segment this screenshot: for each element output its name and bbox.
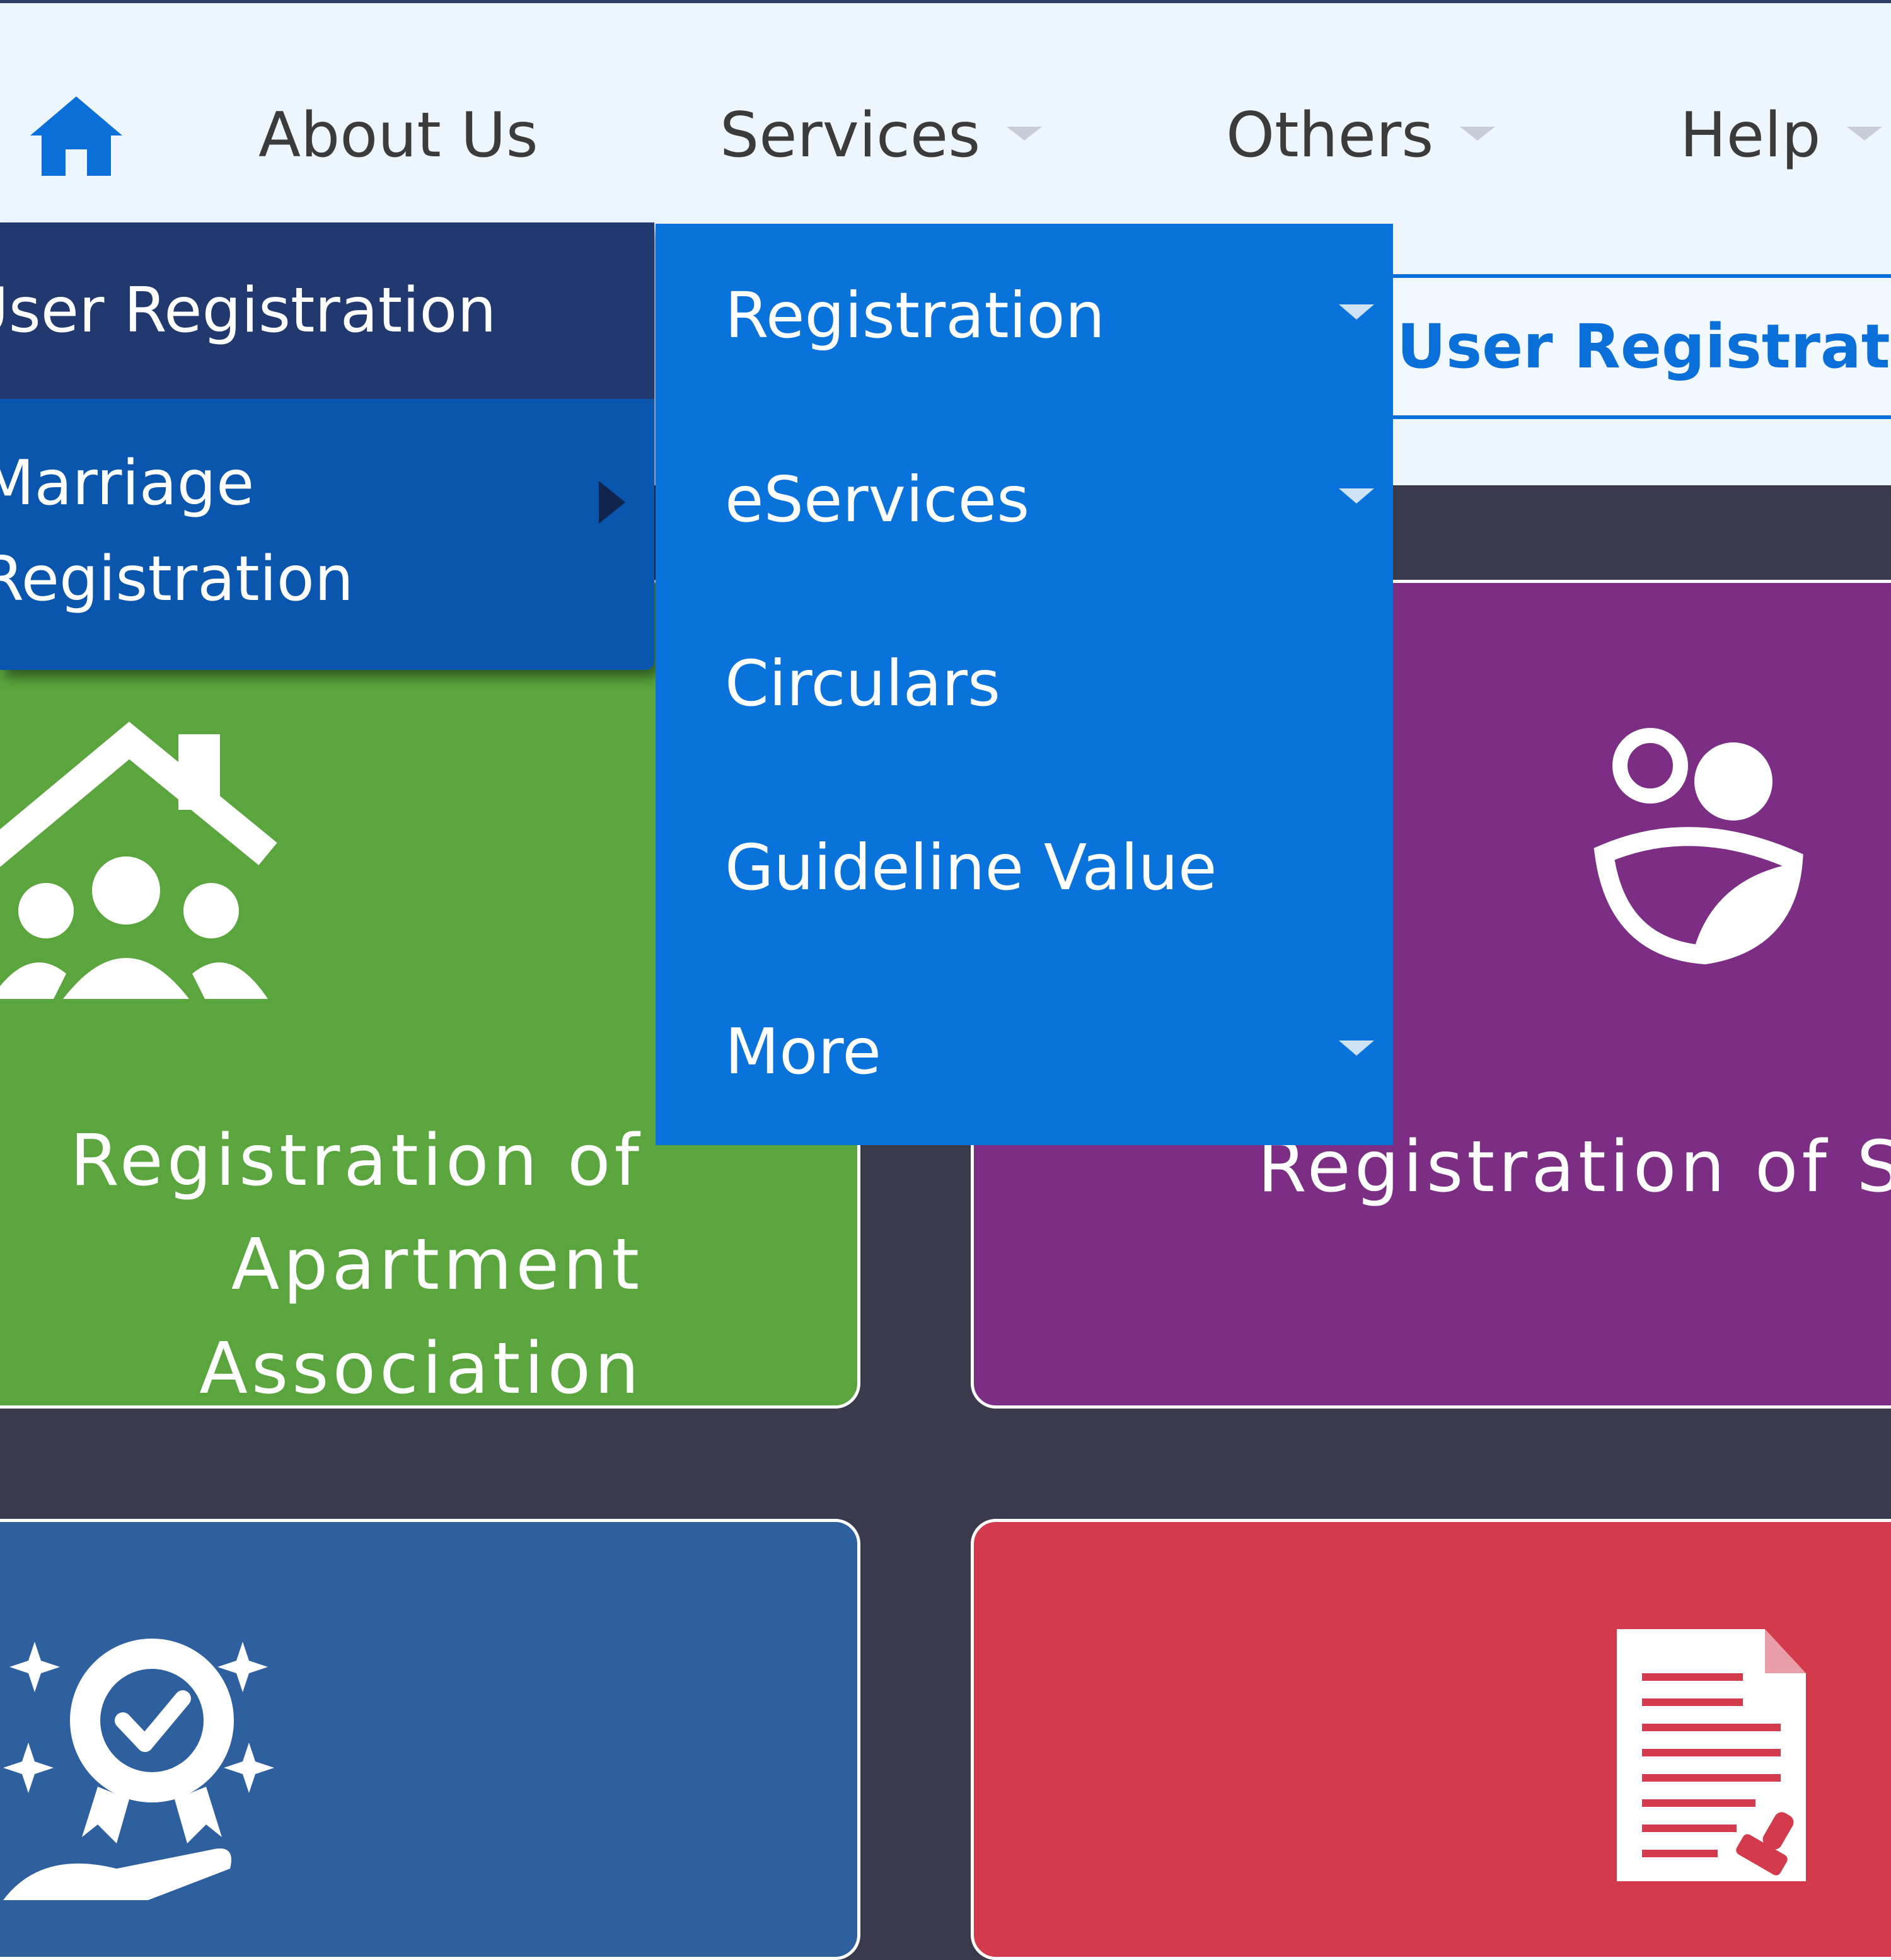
services-item-eservices[interactable]: eServices bbox=[725, 408, 1374, 592]
chevron-down-icon bbox=[1339, 1041, 1374, 1056]
services-item-guideline-value[interactable]: Guideline Value bbox=[725, 776, 1374, 960]
user-registration-button[interactable]: User Registration bbox=[1355, 274, 1891, 419]
chevron-right-icon bbox=[599, 481, 625, 524]
card-document[interactable] bbox=[971, 1519, 1891, 1960]
user-registration-button-label: User Registration bbox=[1397, 311, 1891, 382]
services-item-more[interactable]: More bbox=[725, 960, 1374, 1144]
submenu-item-marriage-registration[interactable]: Marriage Registration bbox=[0, 399, 654, 670]
registration-submenu: User Registration Marriage Registration bbox=[0, 222, 654, 670]
nav-help-label: Help bbox=[1680, 100, 1821, 171]
nav-services-label: Services bbox=[720, 100, 981, 171]
chevron-down-icon bbox=[1847, 127, 1883, 141]
nav-help[interactable]: Help bbox=[1680, 91, 1883, 180]
services-item-circulars[interactable]: Circulars bbox=[725, 592, 1374, 776]
submenu-item-marriage-registration-label: Marriage Registration bbox=[0, 447, 354, 615]
services-item-more-label: More bbox=[725, 1015, 881, 1088]
services-item-registration-label: Registration bbox=[725, 279, 1106, 352]
chevron-down-icon bbox=[1007, 127, 1043, 141]
document-stamp-icon bbox=[1617, 1629, 1806, 1881]
nav-others-label: Others bbox=[1226, 100, 1434, 171]
card-apartment-association-title: Registration of Apartment Association bbox=[70, 1120, 643, 1410]
services-item-eservices-label: eServices bbox=[725, 463, 1030, 536]
house-community-icon bbox=[0, 722, 277, 999]
people-icon bbox=[1593, 728, 1803, 965]
home-icon[interactable] bbox=[30, 96, 122, 176]
nav-services[interactable]: Services bbox=[720, 91, 1043, 180]
award-hand-icon bbox=[3, 1639, 274, 1900]
submenu-item-user-registration-label: User Registration bbox=[0, 275, 497, 347]
nav-about-us-label: About Us bbox=[258, 100, 538, 171]
chevron-down-icon bbox=[1339, 304, 1374, 320]
nav-others[interactable]: Others bbox=[1226, 91, 1496, 180]
services-item-circulars-label: Circulars bbox=[725, 647, 1001, 720]
services-item-guideline-value-label: Guideline Value bbox=[725, 831, 1217, 904]
chevron-down-icon bbox=[1460, 127, 1496, 141]
chevron-down-icon bbox=[1339, 488, 1374, 504]
submenu-item-user-registration[interactable]: User Registration bbox=[0, 222, 654, 399]
services-dropdown: Registration eServices Circulars Guideli… bbox=[656, 224, 1393, 1145]
card-award[interactable] bbox=[0, 1519, 860, 1960]
nav-about-us[interactable]: About Us bbox=[258, 91, 538, 180]
services-item-registration[interactable]: Registration bbox=[725, 224, 1374, 408]
